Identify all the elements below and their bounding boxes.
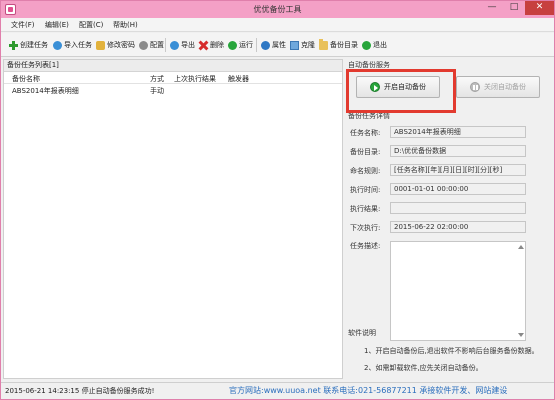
change-password-label: 修改密码 <box>107 41 135 49</box>
backup-dir-field: D:\优优备份数据 <box>390 145 526 157</box>
exec-time-label: 执行时间: <box>350 186 381 194</box>
stop-auto-backup-label: 关闭自动备份 <box>484 83 526 91</box>
task-name-field: ABS2014年报表明细 <box>390 126 526 138</box>
task-list-title: 备份任务列表[1] <box>4 60 342 72</box>
exit-label: 退出 <box>373 41 387 49</box>
run-icon <box>228 40 237 50</box>
column-header-mode[interactable]: 方式 <box>150 74 164 84</box>
backup-folder-label: 备份目录 <box>330 41 358 49</box>
official-site-link[interactable]: 官方网站:www.uuoa.net 联系电话:021-56877211 承接软件… <box>229 385 507 396</box>
next-exec-label: 下次执行: <box>350 224 381 232</box>
key-icon <box>96 40 105 50</box>
export-button[interactable]: 导出 <box>170 39 195 51</box>
scroll-down-icon[interactable] <box>518 333 524 337</box>
status-text: 2015-06-21 14:23:15 停止自动备份服务成功! <box>5 387 155 395</box>
export-label: 导出 <box>181 41 195 49</box>
exit-button[interactable]: 退出 <box>362 39 387 51</box>
software-note-line: 1、开启自动备份后,退出软件不影响后台服务备份数据。 <box>364 347 539 355</box>
task-name-label: 任务名称: <box>350 129 381 137</box>
toolbar-separator <box>256 38 257 52</box>
exit-icon <box>362 40 371 50</box>
folder-icon <box>319 38 328 50</box>
next-exec-field: 2015-06-22 02:00:00 <box>390 221 526 233</box>
create-task-label: 创建任务 <box>20 41 48 49</box>
maximize-button[interactable]: □ <box>503 1 525 15</box>
close-button[interactable]: ✕ <box>525 1 554 15</box>
menu-edit[interactable]: 编辑(E) <box>45 20 69 30</box>
task-desc-textarea[interactable] <box>390 241 526 341</box>
menu-help[interactable]: 帮助(H) <box>113 20 138 30</box>
task-mode-cell: 手动 <box>150 87 164 95</box>
run-label: 运行 <box>239 41 253 49</box>
task-list-header: 备份名称 方式 上次执行结果 触发器 <box>4 72 342 84</box>
minimize-button[interactable]: — <box>481 1 503 15</box>
app-window: 优优备份工具 — □ ✕ 文件(F) 编辑(E) 配置(C) 帮助(H) 创建任… <box>0 0 555 400</box>
import-task-button[interactable]: 导入任务 <box>53 39 92 51</box>
toolbar: 创建任务 导入任务 修改密码 配置 导出 删除 运行 属性 克隆 备份目录 退出 <box>1 33 554 57</box>
column-header-name[interactable]: 备份名称 <box>12 74 40 84</box>
menu-file[interactable]: 文件(F) <box>11 20 35 30</box>
toolbar-separator <box>165 38 166 52</box>
naming-rule-field: [任务名称][年][月][日][时][分][秒] <box>390 164 526 176</box>
menu-bar: 文件(F) 编辑(E) 配置(C) 帮助(H) <box>1 18 554 32</box>
status-bar: 2015-06-21 14:23:15 停止自动备份服务成功! 官方网站:www… <box>1 382 554 399</box>
delete-icon <box>199 41 208 50</box>
clone-icon <box>290 40 299 50</box>
scroll-up-icon[interactable] <box>518 245 524 249</box>
column-header-last-result[interactable]: 上次执行结果 <box>174 74 216 84</box>
import-icon <box>53 40 62 50</box>
software-note-line: 2、如需卸载软件,应先关闭自动备份。 <box>364 364 483 372</box>
pause-icon <box>470 82 480 92</box>
delete-label: 删除 <box>210 41 224 49</box>
table-row[interactable]: ABS2014年报表明细 手动 <box>4 84 342 95</box>
gear-icon <box>139 40 148 50</box>
menu-config[interactable]: 配置(C) <box>79 20 103 30</box>
clone-button[interactable]: 克隆 <box>290 39 315 51</box>
exec-result-field <box>390 202 526 214</box>
title-bar: 优优备份工具 — □ ✕ <box>1 1 554 18</box>
highlight-box <box>346 69 456 113</box>
column-header-trigger[interactable]: 触发器 <box>228 74 249 84</box>
window-title: 优优备份工具 <box>253 5 302 14</box>
stop-auto-backup-button[interactable]: 关闭自动备份 <box>456 76 540 98</box>
delete-button[interactable]: 删除 <box>199 39 224 51</box>
task-name-cell: ABS2014年报表明细 <box>12 87 79 95</box>
plus-icon <box>9 40 18 50</box>
software-notes-title: 软件说明 <box>348 329 376 337</box>
info-icon <box>261 40 270 50</box>
import-task-label: 导入任务 <box>64 41 92 49</box>
clone-label: 克隆 <box>301 41 315 49</box>
properties-label: 属性 <box>272 41 286 49</box>
task-list-panel: 备份任务列表[1] 备份名称 方式 上次执行结果 触发器 ABS2014年报表明… <box>3 59 343 379</box>
backup-folder-button[interactable]: 备份目录 <box>319 38 358 51</box>
naming-rule-label: 命名规则: <box>350 167 381 175</box>
create-task-button[interactable]: 创建任务 <box>9 39 48 51</box>
export-icon <box>170 40 179 50</box>
run-button[interactable]: 运行 <box>228 39 253 51</box>
exec-time-field: 0001-01-01 00:00:00 <box>390 183 526 195</box>
config-label: 配置 <box>150 41 164 49</box>
config-button[interactable]: 配置 <box>139 39 164 51</box>
properties-button[interactable]: 属性 <box>261 39 286 51</box>
exec-result-label: 执行结果: <box>350 205 381 213</box>
backup-dir-label: 备份目录: <box>350 148 381 156</box>
task-desc-label: 任务描述: <box>350 242 381 250</box>
change-password-button[interactable]: 修改密码 <box>96 39 135 51</box>
